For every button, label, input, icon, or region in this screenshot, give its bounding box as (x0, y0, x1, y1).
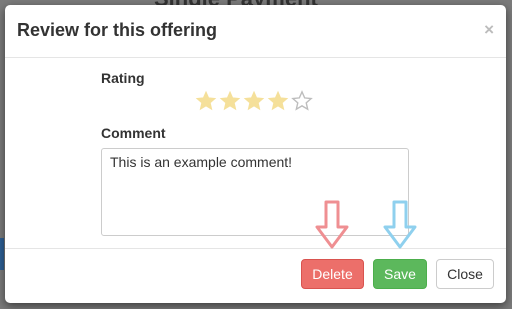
star-filled-icon[interactable] (195, 90, 217, 112)
star-filled-icon[interactable] (243, 90, 265, 112)
down-arrow-icon (315, 200, 349, 249)
modal-footer (5, 248, 506, 304)
comment-label: Comment (101, 125, 166, 141)
comment-textarea[interactable]: This is an example comment! (101, 148, 409, 236)
background-tab-edge (0, 238, 4, 270)
modal-header: Review for this offering × (5, 5, 506, 58)
star-rating[interactable] (195, 90, 313, 112)
down-arrow-icon (383, 200, 417, 249)
close-icon[interactable]: × (484, 21, 494, 38)
rating-label: Rating (101, 70, 145, 86)
star-empty-icon[interactable] (291, 90, 313, 112)
save-button[interactable]: Save (373, 259, 427, 289)
close-button[interactable]: Close (436, 259, 494, 289)
delete-button[interactable]: Delete (301, 259, 364, 289)
review-modal: Review for this offering × Rating Commen… (5, 5, 506, 303)
star-filled-icon[interactable] (267, 90, 289, 112)
star-filled-icon[interactable] (219, 90, 241, 112)
modal-title: Review for this offering (17, 20, 218, 40)
